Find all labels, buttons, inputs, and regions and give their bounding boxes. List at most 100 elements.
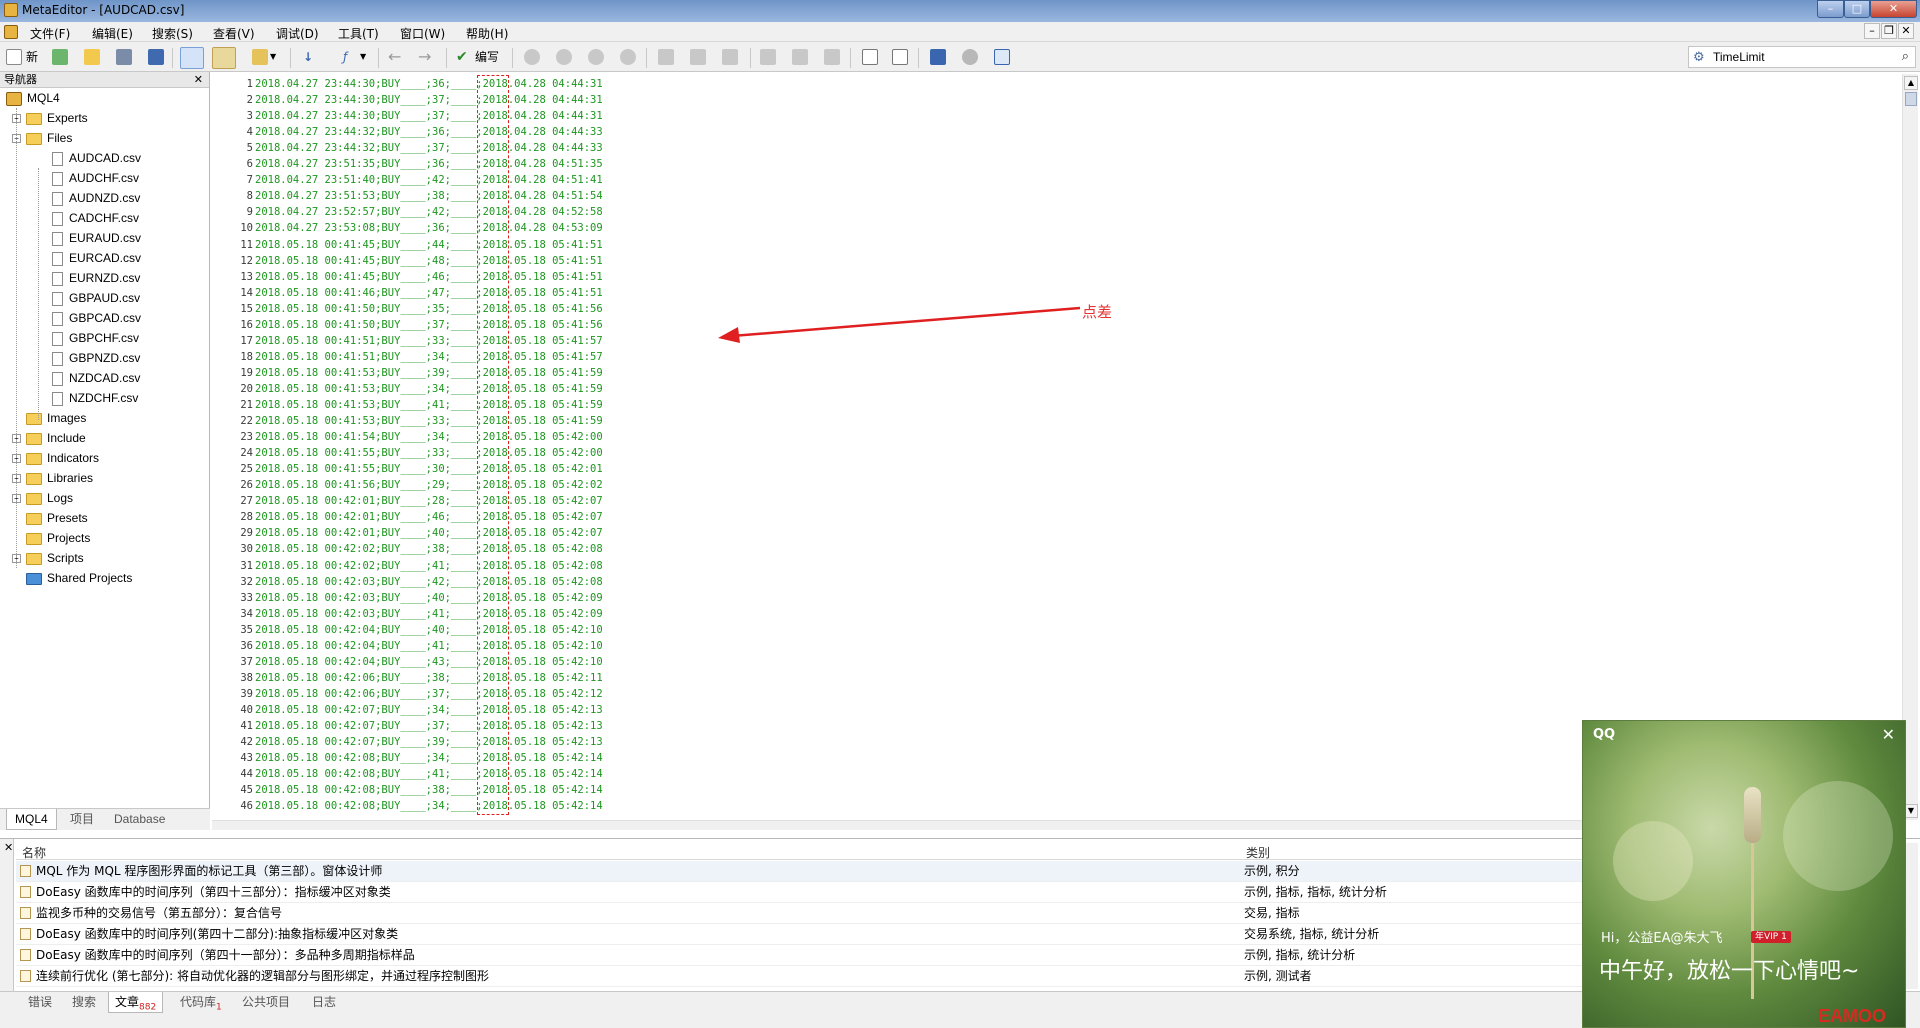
insert-function-icon[interactable]: ƒ — [343, 47, 347, 67]
code-line[interactable]: 2018.05.18 00:42:03;BUY____;42;____;2018… — [255, 576, 603, 588]
close-icon[interactable]: ✕ — [1882, 725, 1895, 744]
tab-public-projects[interactable]: 公共项目 — [236, 992, 296, 1013]
qq-notification-popup[interactable]: QQ ✕ Hi，公益EA@朱大飞 年VIP 1 中午好，放松一下心情吧~ — [1582, 720, 1906, 1028]
code-line[interactable]: 2018.05.18 00:42:03;BUY____;40;____;2018… — [255, 592, 603, 604]
breakpoint-icon[interactable] — [760, 49, 776, 65]
compile-button[interactable]: 编写 — [475, 47, 499, 67]
code-line[interactable]: 2018.05.18 00:41:51;BUY____;34;____;2018… — [255, 351, 603, 363]
code-line[interactable]: 2018.04.27 23:44:30;BUY____;37;____;2018… — [255, 110, 603, 122]
file-item[interactable]: AUDNZD.csv — [52, 188, 140, 208]
code-line[interactable]: 2018.05.18 00:42:01;BUY____;28;____;2018… — [255, 495, 603, 507]
code-line[interactable]: 2018.05.18 00:41:54;BUY____;34;____;2018… — [255, 431, 603, 443]
styler-dropdown-icon[interactable]: ▼ — [270, 47, 276, 67]
tab-errors[interactable]: 错误 — [22, 992, 58, 1013]
new-button[interactable]: 新 — [26, 47, 38, 67]
code-line[interactable]: 2018.05.18 00:41:45;BUY____;48;____;2018… — [255, 255, 603, 267]
code-line[interactable]: 2018.05.18 00:41:45;BUY____;46;____;2018… — [255, 271, 603, 283]
profiler-icon[interactable] — [892, 49, 908, 65]
menu-file[interactable]: 文件(F) — [30, 25, 70, 42]
debug-real-icon[interactable] — [524, 49, 540, 65]
tree-item-folder[interactable]: + Libraries — [12, 468, 93, 488]
file-item[interactable]: GBPCHF.csv — [52, 328, 139, 348]
code-line[interactable]: 2018.04.27 23:44:30;BUY____;37;____;2018… — [255, 94, 603, 106]
code-line[interactable]: 2018.05.18 00:41:53;BUY____;39;____;2018… — [255, 367, 603, 379]
code-line[interactable]: 2018.05.18 00:42:02;BUY____;38;____;2018… — [255, 543, 603, 555]
watch-icon[interactable] — [824, 49, 840, 65]
tree-item-folder[interactable]: Projects — [12, 528, 90, 548]
code-line[interactable]: 2018.05.18 00:42:03;BUY____;41;____;2018… — [255, 608, 603, 620]
back-icon[interactable]: ← — [388, 47, 401, 67]
mdi-restore-button[interactable]: ❐ — [1881, 23, 1897, 39]
scroll-down-icon[interactable]: ▼ — [1904, 804, 1918, 818]
tab-database[interactable]: Database — [106, 809, 173, 830]
insert-var-icon[interactable]: ↓ — [303, 47, 313, 67]
menu-view[interactable]: 查看(V) — [213, 25, 255, 42]
code-line[interactable]: 2018.05.18 00:42:06;BUY____;38;____;2018… — [255, 672, 603, 684]
step-into-icon[interactable] — [658, 49, 674, 65]
code-line[interactable]: 2018.05.18 00:42:02;BUY____;41;____;2018… — [255, 560, 603, 572]
close-icon[interactable]: ✕ — [4, 841, 13, 854]
settings-icon[interactable] — [962, 49, 978, 65]
code-line[interactable]: 2018.04.27 23:44:30;BUY____;36;____;2018… — [255, 78, 603, 90]
file-item[interactable]: AUDCHF.csv — [52, 168, 139, 188]
new-file-icon[interactable] — [6, 49, 22, 65]
forward-icon[interactable]: → — [418, 47, 431, 67]
scroll-up-icon[interactable]: ▲ — [1904, 76, 1918, 90]
column-category[interactable]: 类别 — [1246, 844, 1270, 861]
copy-icon[interactable] — [862, 49, 878, 65]
code-line[interactable]: 2018.05.18 00:42:07;BUY____;34;____;2018… — [255, 704, 603, 716]
tab-mql4[interactable]: MQL4 — [6, 809, 57, 830]
save-icon[interactable] — [116, 49, 132, 65]
search-icon[interactable]: ⌕ — [1902, 49, 1909, 64]
file-item[interactable]: EURNZD.csv — [52, 268, 140, 288]
code-line[interactable]: 2018.05.18 00:42:06;BUY____;37;____;2018… — [255, 688, 603, 700]
tree-item-experts[interactable]: + Experts — [12, 108, 88, 128]
start-icon[interactable] — [556, 49, 572, 65]
tree-item-folder[interactable]: Presets — [12, 508, 88, 528]
file-item[interactable]: EURAUD.csv — [52, 228, 141, 248]
code-line[interactable]: 2018.05.18 00:42:07;BUY____;39;____;2018… — [255, 736, 603, 748]
code-line[interactable]: 2018.05.18 00:41:53;BUY____;33;____;2018… — [255, 415, 603, 427]
new-project-icon[interactable] — [52, 49, 68, 65]
file-item[interactable]: EURCAD.csv — [52, 248, 141, 268]
tab-articles[interactable]: 文章882 — [108, 992, 164, 1013]
minimize-button[interactable]: – — [1817, 0, 1844, 18]
stop-icon[interactable] — [620, 49, 636, 65]
tree-item-folder[interactable]: + Logs — [12, 488, 73, 508]
maximize-button[interactable]: □ — [1844, 0, 1870, 18]
editor-vertical-scrollbar[interactable]: ▲ ▼ — [1902, 74, 1918, 820]
code-line[interactable]: 2018.04.27 23:53:08;BUY____;36;____;2018… — [255, 222, 603, 234]
code-line[interactable]: 2018.05.18 00:42:08;BUY____;38;____;2018… — [255, 784, 603, 796]
code-line[interactable]: 2018.04.27 23:51:35;BUY____;36;____;2018… — [255, 158, 603, 170]
save-all-icon[interactable] — [148, 49, 164, 65]
code-editor[interactable]: 1 2018.04.27 23:44:30;BUY____;36;____;201… — [212, 74, 1902, 826]
function-dropdown-icon[interactable]: ▼ — [360, 47, 366, 67]
code-line[interactable]: 2018.05.18 00:42:08;BUY____;34;____;2018… — [255, 752, 603, 764]
code-line[interactable]: 2018.05.18 00:41:55;BUY____;33;____;2018… — [255, 447, 603, 459]
file-item[interactable]: NZDCAD.csv — [52, 368, 140, 388]
styler-icon[interactable] — [252, 49, 268, 65]
code-line[interactable]: 2018.05.18 00:41:50;BUY____;35;____;2018… — [255, 303, 603, 315]
step-over-icon[interactable] — [690, 49, 706, 65]
code-line[interactable]: 2018.04.27 23:44:32;BUY____;36;____;2018… — [255, 126, 603, 138]
code-line[interactable]: 2018.05.18 00:41:55;BUY____;30;____;2018… — [255, 463, 603, 475]
gear-icon[interactable]: ⚙ — [1693, 50, 1705, 65]
code-line[interactable]: 2018.05.18 00:42:07;BUY____;37;____;2018… — [255, 720, 603, 732]
file-item[interactable]: GBPAUD.csv — [52, 288, 140, 308]
file-item[interactable]: GBPCAD.csv — [52, 308, 141, 328]
file-item[interactable]: CADCHF.csv — [52, 208, 139, 228]
code-line[interactable]: 2018.05.18 00:42:01;BUY____;40;____;2018… — [255, 527, 603, 539]
menu-debug[interactable]: 调试(D) — [276, 25, 319, 42]
code-line[interactable]: 2018.05.18 00:41:53;BUY____;41;____;2018… — [255, 399, 603, 411]
tree-item-files[interactable]: − Files — [12, 128, 72, 148]
tab-search[interactable]: 搜索 — [66, 992, 102, 1013]
toolbox-toggle-icon[interactable] — [212, 47, 236, 69]
tree-item-folder[interactable]: + Indicators — [12, 448, 99, 468]
menu-help[interactable]: 帮助(H) — [466, 25, 508, 42]
file-item[interactable]: GBPNZD.csv — [52, 348, 140, 368]
code-line[interactable]: 2018.05.18 00:42:04;BUY____;43;____;2018… — [255, 656, 603, 668]
menu-search[interactable]: 搜索(S) — [152, 25, 193, 42]
code-line[interactable]: 2018.05.18 00:42:08;BUY____;41;____;2018… — [255, 768, 603, 780]
menu-edit[interactable]: 编辑(E) — [92, 25, 133, 42]
tree-item-folder[interactable]: + Include — [12, 428, 86, 448]
